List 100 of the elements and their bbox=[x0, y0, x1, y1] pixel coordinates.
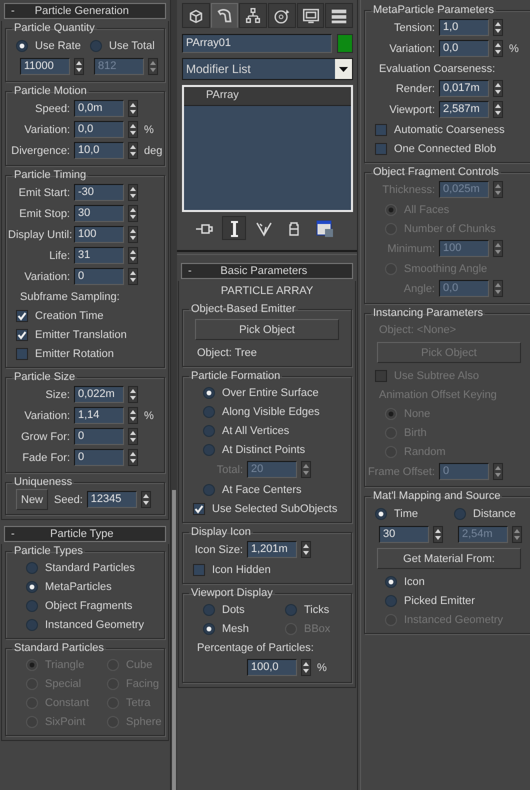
radio-indicator[interactable] bbox=[454, 508, 466, 520]
radio-button[interactable]: Use Total bbox=[90, 40, 155, 52]
input-field[interactable]: 0,0 bbox=[74, 121, 124, 138]
spinner-arrows[interactable] bbox=[128, 184, 138, 201]
action-button[interactable]: Get Material From: bbox=[377, 548, 521, 569]
checkbox-indicator[interactable] bbox=[193, 564, 205, 576]
radio-indicator[interactable] bbox=[375, 508, 387, 520]
checkbox[interactable]: Use Selected SubObjects bbox=[193, 502, 338, 514]
radio-indicator[interactable] bbox=[90, 40, 102, 52]
radio-indicator[interactable] bbox=[16, 40, 28, 52]
radio-button[interactable]: At Distinct Points bbox=[203, 444, 306, 456]
spinner-arrows[interactable] bbox=[128, 100, 138, 117]
checkbox-indicator[interactable] bbox=[193, 502, 205, 514]
input-field[interactable]: 0 bbox=[74, 428, 124, 445]
checkbox[interactable]: Emitter Translation bbox=[16, 328, 127, 340]
radio-indicator[interactable] bbox=[385, 594, 397, 606]
spinner-arrows[interactable] bbox=[128, 247, 138, 264]
radio-button[interactable]: Along Visible Edges bbox=[203, 406, 320, 418]
checkbox[interactable]: Creation Time bbox=[16, 310, 104, 322]
radio-button[interactable]: Picked Emitter bbox=[385, 594, 475, 606]
name-field[interactable]: PArray01 bbox=[182, 34, 332, 53]
spinner-arrows[interactable] bbox=[148, 58, 158, 75]
spinner-arrows[interactable] bbox=[128, 268, 138, 285]
input-field[interactable]: 2,587m bbox=[439, 101, 489, 118]
radio-button[interactable]: Standard Particles bbox=[26, 562, 135, 574]
toolbar-button[interactable] bbox=[222, 216, 246, 240]
input-field[interactable]: 1,201m bbox=[247, 541, 297, 558]
checkbox-indicator[interactable] bbox=[16, 348, 28, 360]
spinner-arrows[interactable] bbox=[128, 142, 138, 159]
spinner-arrows[interactable] bbox=[433, 526, 443, 543]
input-field[interactable]: 31 bbox=[74, 247, 124, 264]
spinner-arrows[interactable] bbox=[128, 226, 138, 243]
spinner-arrows[interactable] bbox=[301, 659, 311, 676]
radio-button[interactable]: Time bbox=[375, 508, 418, 520]
radio-indicator[interactable] bbox=[285, 604, 297, 616]
spinner-arrows[interactable] bbox=[493, 181, 503, 198]
input-field[interactable]: 1,14 bbox=[74, 407, 124, 424]
radio-button[interactable]: At All Vertices bbox=[203, 424, 290, 436]
input-field[interactable]: 100,0 bbox=[247, 659, 297, 676]
radio-button[interactable]: Object Fragments bbox=[26, 600, 132, 612]
scroll-bar[interactable] bbox=[170, 0, 177, 790]
radio-button[interactable]: Over Entire Surface bbox=[203, 386, 319, 398]
checkbox[interactable]: One Connected Blob bbox=[375, 142, 496, 154]
radio-indicator[interactable] bbox=[203, 604, 215, 616]
spinner-arrows[interactable] bbox=[493, 463, 503, 480]
radio-button[interactable]: At Face Centers bbox=[203, 484, 302, 496]
spinner-arrows[interactable] bbox=[128, 121, 138, 138]
spinner-arrows[interactable] bbox=[493, 240, 503, 257]
command-tab[interactable] bbox=[210, 3, 238, 28]
command-tab[interactable] bbox=[296, 3, 324, 28]
spinner-arrows[interactable] bbox=[512, 526, 522, 543]
input-field[interactable]: -30 bbox=[74, 184, 124, 201]
checkbox[interactable]: Automatic Coarseness bbox=[375, 124, 505, 136]
spinner-arrows[interactable] bbox=[128, 386, 138, 403]
spinner-arrows[interactable] bbox=[128, 428, 138, 445]
checkbox-indicator[interactable] bbox=[16, 328, 28, 340]
radio-button[interactable]: Distance bbox=[454, 508, 516, 520]
spinner-arrows[interactable] bbox=[140, 491, 151, 508]
spinner-arrows[interactable] bbox=[128, 407, 138, 424]
spinner-arrows[interactable] bbox=[493, 101, 503, 118]
command-tab[interactable] bbox=[325, 3, 354, 28]
command-tab[interactable] bbox=[268, 3, 296, 28]
input-field[interactable]: 0 bbox=[74, 268, 124, 285]
action-button[interactable]: Pick Object bbox=[195, 319, 339, 340]
action-button[interactable]: New bbox=[16, 489, 48, 510]
radio-indicator[interactable] bbox=[203, 406, 215, 418]
command-tab[interactable] bbox=[182, 3, 210, 28]
input-field[interactable]: 0,022m bbox=[74, 386, 124, 403]
rollout-header[interactable]: - Basic Parameters bbox=[181, 263, 353, 279]
radio-indicator[interactable] bbox=[26, 618, 38, 630]
radio-button[interactable]: Dots bbox=[203, 604, 245, 616]
command-tab[interactable] bbox=[239, 3, 268, 28]
spinner-arrows[interactable] bbox=[128, 205, 138, 222]
input-field[interactable]: 10,0 bbox=[74, 142, 124, 159]
rollout-header[interactable]: - Particle Type bbox=[4, 526, 166, 542]
spinner-arrows[interactable] bbox=[493, 80, 503, 97]
stack-item[interactable]: PArray bbox=[184, 87, 351, 106]
radio-indicator[interactable] bbox=[203, 484, 215, 496]
radio-indicator[interactable] bbox=[203, 444, 215, 456]
radio-button[interactable]: Icon bbox=[385, 576, 425, 588]
radio-indicator[interactable] bbox=[203, 622, 215, 634]
color-swatch[interactable] bbox=[337, 34, 353, 53]
spinner-arrows[interactable] bbox=[493, 40, 503, 57]
spinner-arrows[interactable] bbox=[74, 58, 84, 75]
dropdown[interactable]: Modifier List bbox=[182, 58, 353, 80]
input-field[interactable]: 100 bbox=[74, 226, 124, 243]
checkbox[interactable]: Emitter Rotation bbox=[16, 348, 114, 360]
input-field[interactable]: 12345 bbox=[86, 491, 137, 508]
radio-indicator[interactable] bbox=[203, 386, 215, 398]
checkbox[interactable]: Icon Hidden bbox=[193, 564, 271, 576]
radio-indicator[interactable] bbox=[385, 576, 397, 588]
radio-indicator[interactable] bbox=[203, 424, 215, 436]
input-field[interactable]: 30 bbox=[379, 526, 429, 543]
input-field[interactable]: 30 bbox=[74, 205, 124, 222]
checkbox-indicator[interactable] bbox=[375, 124, 387, 136]
rollout-header[interactable]: - Particle Generation bbox=[4, 3, 166, 19]
checkbox-indicator[interactable] bbox=[16, 310, 28, 322]
spinner-arrows[interactable] bbox=[493, 280, 503, 297]
spinner-arrows[interactable] bbox=[493, 19, 503, 36]
spinner-arrows[interactable] bbox=[301, 541, 311, 558]
